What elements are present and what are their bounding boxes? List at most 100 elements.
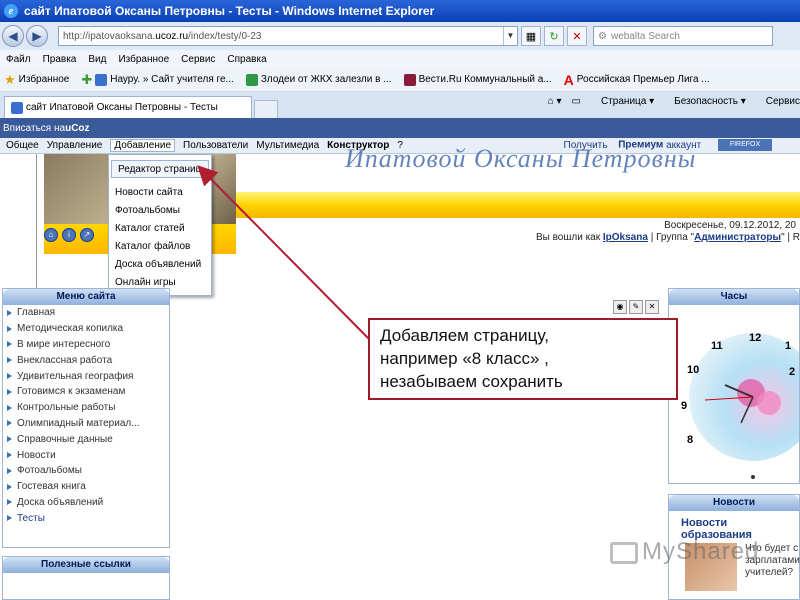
back-button[interactable]: ◀ [2, 25, 24, 47]
fav-item-zlodei[interactable]: Злодеи от ЖКХ залезли в ... [245, 73, 392, 86]
dd-article-catalog[interactable]: Каталог статей [109, 220, 211, 238]
clock-panel: Часы 12 11 10 9 8 1 2 [668, 288, 800, 484]
favorites-button[interactable]: ★ Избранное [4, 72, 69, 88]
new-tab-button[interactable] [254, 100, 278, 118]
forward-button[interactable]: ▶ [26, 25, 48, 47]
sidebar-item[interactable]: Внеклассная работа [3, 352, 169, 368]
useful-links-panel: Полезные ссылки [2, 556, 170, 600]
clock-num-10: 10 [687, 364, 699, 376]
sidebar-item[interactable]: Тесты [3, 510, 169, 526]
add-dropdown-menu: Редактор страниц Новости сайта Фотоальбо… [108, 154, 212, 296]
sidebar-item[interactable]: Новости [3, 447, 169, 463]
menu-file[interactable]: Файл [6, 54, 31, 65]
useful-links-title: Полезные ссылки [3, 557, 169, 573]
safety-menu[interactable]: Безопасность ▾ [664, 96, 746, 107]
ucoz-menu-multimedia[interactable]: Мультимедиа [256, 140, 319, 151]
sidebar-item[interactable]: Фотоальбомы [3, 463, 169, 479]
ucoz-menu-manage[interactable]: Управление [47, 140, 103, 151]
sidebar-item[interactable]: Методическая копилка [3, 321, 169, 337]
sidebar-item[interactable]: Справочные данные [3, 431, 169, 447]
sidebar-item-label: Доска объявлений [17, 496, 104, 508]
arrow-right-icon [7, 436, 12, 443]
watermark: MyShared [610, 538, 759, 566]
sidebar-item[interactable]: Готовимся к экзаменам [3, 384, 169, 400]
fav-item-nauru[interactable]: ✚ Науру. » Сайт учителя ге... [81, 72, 234, 88]
tab-toolbar: ⌂ ▾ ▭ Страница ▾ Безопасность ▾ Сервис [538, 96, 800, 107]
url-input[interactable]: http://ipatovaoksana. ucoz.ru/index/testy… [58, 26, 518, 46]
sidebar-item[interactable]: В мире интересного [3, 337, 169, 353]
dd-board[interactable]: Доска объявлений [109, 256, 211, 274]
delete-icon[interactable]: ✕ [645, 300, 659, 314]
tab-active[interactable]: сайт Ипатовой Оксаны Петровны - Тесты [4, 96, 252, 118]
site-title: Ипатовой Оксаны Петровны [345, 144, 697, 173]
arrow-right-icon [7, 357, 12, 364]
callout-line: Добавляем страницу, [380, 326, 549, 345]
header-icons: ⌂ i ↗ [44, 228, 98, 242]
sidebar-item-label: Внеклассная работа [17, 354, 113, 366]
arrow-right-icon [7, 325, 12, 332]
search-input[interactable]: ⚙ webalta Search [593, 26, 773, 46]
site-menu-panel: Меню сайта Главная Методическая копилка В … [2, 288, 170, 548]
login-prefix: Вы вошли как [535, 232, 603, 243]
fav-item-vesti[interactable]: Вести.Ru Коммунальный а... [403, 73, 552, 86]
dd-site-news[interactable]: Новости сайта [109, 184, 211, 202]
sidebar-item-label: Гостевая книга [17, 481, 86, 493]
tab-page-icon [11, 101, 23, 114]
menu-tools[interactable]: Сервис [181, 54, 215, 65]
sidebar-item[interactable]: Доска объявлений [3, 495, 169, 511]
stop-icon: ✕ [572, 30, 582, 43]
flower-decoration [757, 391, 781, 415]
stop-button[interactable]: ✕ [567, 26, 587, 46]
ucoz-admin-bar: Вписаться на uCoz [0, 118, 800, 138]
home-icon[interactable]: ⌂ ▾ [548, 96, 562, 107]
firefox-button[interactable]: FIREFOX [718, 139, 772, 151]
dd-file-catalog[interactable]: Каталог файлов [109, 238, 211, 256]
info-icon[interactable]: i [62, 228, 76, 242]
print-icon[interactable]: ▭ [572, 96, 581, 107]
refresh-button[interactable]: ↻ [544, 26, 564, 46]
arrow-right-icon [7, 499, 12, 506]
arrow-right-icon [7, 420, 12, 427]
compat-view-button[interactable]: ▦ [521, 26, 541, 46]
menu-view[interactable]: Вид [88, 54, 106, 65]
page-menu[interactable]: Страница ▾ [591, 96, 654, 107]
service-menu[interactable]: Сервис [756, 96, 800, 107]
sidebar-item-label: Контрольные работы [17, 402, 116, 414]
window-title-bar: e сайт Ипатовой Оксаны Петровны - Тесты … [0, 0, 800, 22]
favorites-label: Избранное [18, 74, 70, 85]
sidebar-item-label: Главная [17, 307, 56, 319]
group-link[interactable]: Администраторы [694, 232, 781, 243]
fav-item-rpl[interactable]: A Российская Премьер Лига ... [564, 72, 710, 88]
ucoz-menu-users[interactable]: Пользователи [183, 140, 248, 151]
fav-label: Науру. » Сайт учителя ге... [110, 74, 234, 85]
ucoz-login-link[interactable]: Вписаться на [3, 123, 65, 134]
menu-favorites[interactable]: Избранное [118, 54, 169, 65]
tab-bar: сайт Ипатовой Оксаны Петровны - Тесты ⌂ … [0, 92, 800, 118]
site-icon [95, 73, 108, 86]
news-line: учителей? [745, 567, 794, 578]
sidebar-item[interactable]: Контрольные работы [3, 400, 169, 416]
sidebar-item[interactable]: Удивительная география [3, 368, 169, 384]
user-link[interactable]: IpOksana [603, 232, 648, 243]
view-icon[interactable]: ◉ [613, 300, 627, 314]
watermark-text: MyShared [642, 538, 760, 565]
header-banner [236, 192, 800, 218]
home-icon[interactable]: ⌂ [44, 228, 58, 242]
refresh-icon: ↻ [549, 30, 559, 43]
dd-photo-albums[interactable]: Фотоальбомы [109, 202, 211, 220]
clock-num-2: 2 [789, 366, 795, 378]
sidebar-item[interactable]: Олимпиадный материал... [3, 416, 169, 432]
menu-help[interactable]: Справка [227, 54, 266, 65]
edit-icon[interactable]: ✎ [629, 300, 643, 314]
site-icon: A [563, 71, 574, 88]
sidebar-item-label: Фотоальбомы [17, 465, 82, 477]
sidebar-item[interactable]: Гостевая книга [3, 479, 169, 495]
dd-page-editor[interactable]: Редактор страниц [111, 160, 209, 178]
ucoz-menu-general[interactable]: Общее [6, 140, 39, 151]
url-dropdown-icon[interactable]: ▼ [503, 27, 517, 45]
sidebar-item[interactable]: Главная [3, 305, 169, 321]
login-icon[interactable]: ↗ [80, 228, 94, 242]
callout-line: например «8 класс» , [380, 349, 549, 368]
ucoz-menu-add[interactable]: Добавление [110, 139, 175, 152]
menu-edit[interactable]: Правка [43, 54, 77, 65]
